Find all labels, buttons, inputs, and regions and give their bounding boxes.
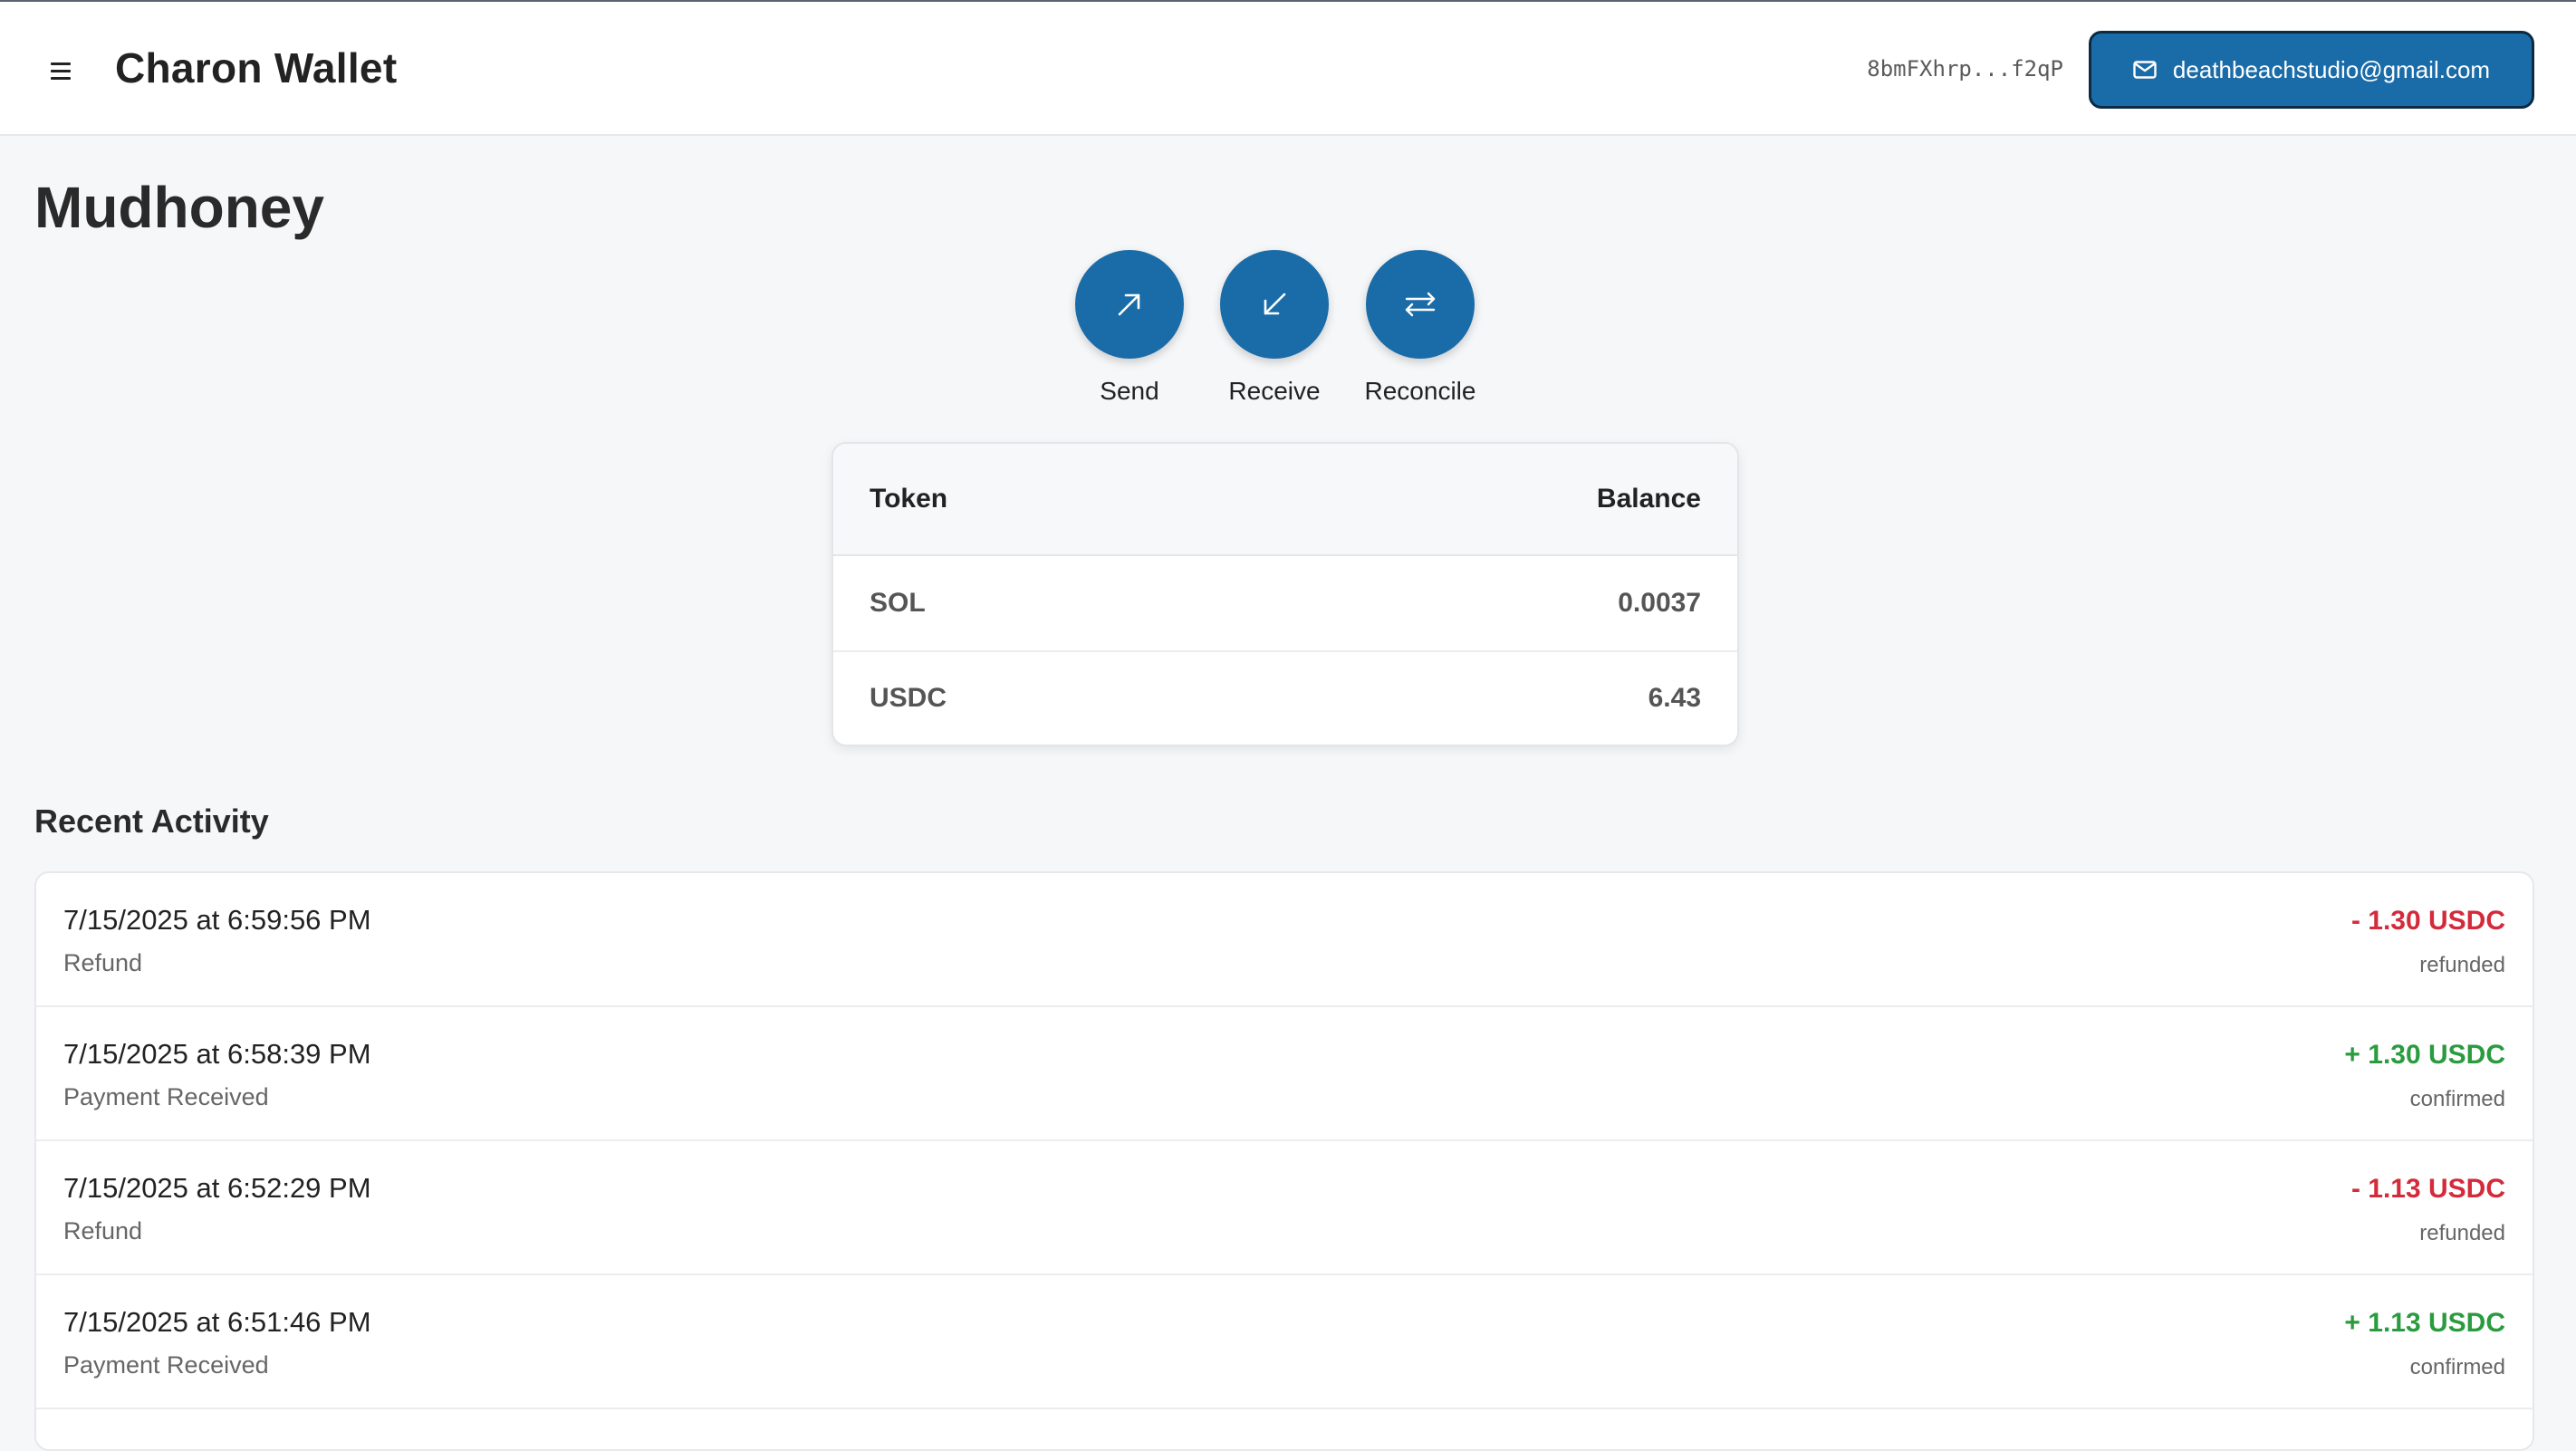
reconcile-label: Reconcile (1364, 377, 1476, 405)
reconcile-button-circle[interactable] (1366, 250, 1475, 359)
wallet-address: 8bmFXhrp...f2qP (1867, 56, 2063, 82)
send-label: Send (1100, 377, 1159, 405)
activity-status: refunded (2419, 953, 2505, 977)
balance-column-header: Balance (1596, 484, 1701, 514)
activity-amount: - 1.30 USDC (2350, 906, 2505, 936)
activity-item[interactable]: 7/15/2025 at 6:52:29 PM Refund - 1.13 US… (36, 1141, 2533, 1275)
app-header: Charon Wallet 8bmFXhrp...f2qP deathbeach… (0, 0, 2576, 136)
activity-item[interactable]: 7/15/2025 at 6:51:46 PM Payment Received… (36, 1275, 2533, 1409)
activity-timestamp: 7/15/2025 at 6:59:56 PM (63, 904, 371, 936)
token-column-header: Token (870, 484, 948, 514)
receive-button[interactable]: Receive (1211, 250, 1338, 406)
activity-timestamp: 7/15/2025 at 6:52:29 PM (63, 1172, 371, 1204)
hamburger-icon[interactable] (47, 60, 76, 83)
arrow-up-right-icon (1118, 293, 1140, 316)
balance-row: SOL 0.0037 (833, 556, 1737, 650)
activity-item[interactable]: 7/15/2025 at 6:58:39 PM Payment Received… (36, 1007, 2533, 1141)
reconcile-button[interactable]: Reconcile (1357, 250, 1484, 406)
arrow-down-left-icon (1264, 293, 1286, 315)
account-email-label: deathbeachstudio@gmail.com (2172, 55, 2491, 83)
receive-label: Receive (1228, 377, 1321, 405)
activity-type: Payment Received (63, 1083, 269, 1110)
activity-type: Refund (63, 949, 143, 976)
send-button-circle[interactable] (1075, 250, 1184, 359)
swap-arrows-icon (1405, 292, 1436, 317)
activity-list: 7/15/2025 at 6:59:56 PM Refund - 1.30 US… (34, 871, 2534, 1451)
activity-type: Payment Received (63, 1351, 269, 1379)
balance-row: USDC 6.43 (833, 650, 1737, 745)
receive-button-circle[interactable] (1220, 250, 1329, 359)
token-name: SOL (870, 588, 926, 618)
activity-type: Refund (63, 1217, 143, 1244)
activity-amount: + 1.13 USDC (2344, 1308, 2505, 1338)
activity-status: confirmed (2409, 1355, 2505, 1379)
app-title: Charon Wallet (115, 44, 398, 91)
balance-table: Token Balance SOL 0.0037 USDC 6.43 (831, 442, 1739, 746)
activity-status: confirmed (2409, 1087, 2505, 1111)
activity-status: refunded (2419, 1221, 2505, 1245)
activity-timestamp: 7/15/2025 at 6:51:46 PM (63, 1306, 371, 1338)
activity-item[interactable]: 7/15/2025 at 6:59:56 PM Refund - 1.30 US… (36, 873, 2533, 1007)
balance-table-header: Token Balance (833, 444, 1737, 556)
token-balance: 0.0037 (1618, 588, 1701, 618)
activity-amount: - 1.13 USDC (2350, 1174, 2505, 1204)
mail-icon (2133, 61, 2157, 79)
send-button[interactable]: Send (1066, 250, 1193, 406)
token-name: USDC (870, 683, 947, 713)
activity-timestamp: 7/15/2025 at 6:58:39 PM (63, 1038, 371, 1070)
page-title: Mudhoney (34, 175, 324, 240)
token-balance: 6.43 (1648, 683, 1701, 713)
account-email-button[interactable]: deathbeachstudio@gmail.com (2089, 31, 2534, 109)
recent-activity-title: Recent Activity (34, 802, 269, 840)
activity-amount: + 1.30 USDC (2344, 1040, 2505, 1070)
